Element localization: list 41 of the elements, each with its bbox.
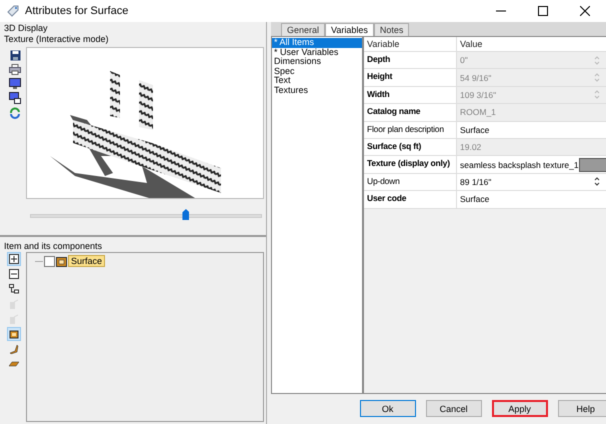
mode-label: Texture (Interactive mode) bbox=[4, 34, 110, 45]
dialog-button[interactable]: Ok bbox=[360, 400, 416, 417]
window-title: Attributes for Surface bbox=[25, 5, 128, 17]
slider-thumb[interactable] bbox=[182, 209, 190, 220]
chair-icon[interactable] bbox=[8, 343, 20, 355]
category-item[interactable]: * User Variables bbox=[272, 48, 362, 57]
tree-node[interactable]: Surface bbox=[68, 255, 106, 267]
printer-icon[interactable] bbox=[9, 64, 21, 75]
dialog-button[interactable]: Cancel bbox=[426, 400, 482, 417]
value-field[interactable]: seamless backsplash texture_1 bbox=[457, 156, 606, 173]
category-item[interactable]: Text bbox=[272, 76, 362, 86]
box-icon bbox=[56, 256, 67, 266]
preview-viewport[interactable] bbox=[26, 47, 264, 199]
category-item[interactable]: Dimensions bbox=[272, 57, 362, 66]
tab[interactable]: Notes bbox=[374, 23, 410, 36]
monitor-icon[interactable] bbox=[9, 78, 21, 89]
column-header: Value bbox=[459, 38, 484, 51]
category-item[interactable]: * All Items bbox=[272, 38, 362, 48]
column-header: Variable bbox=[364, 37, 457, 51]
node-checkbox[interactable] bbox=[44, 256, 55, 266]
box-icon[interactable] bbox=[8, 328, 20, 340]
expand-icon[interactable] bbox=[8, 253, 20, 265]
monitors-icon[interactable] bbox=[9, 92, 21, 104]
collapse-icon[interactable] bbox=[8, 268, 20, 280]
category-item[interactable]: Textures bbox=[272, 86, 362, 95]
group-title: Item and its components bbox=[4, 241, 104, 252]
refresh-icon[interactable] bbox=[9, 107, 21, 119]
tree-icon[interactable] bbox=[8, 283, 20, 295]
texture-swatch[interactable] bbox=[578, 158, 606, 172]
dialog-button[interactable]: Apply bbox=[492, 400, 548, 417]
tag-icon bbox=[6, 4, 20, 18]
close-icon[interactable] bbox=[580, 6, 590, 16]
tab[interactable]: General bbox=[281, 23, 326, 36]
dialog-button[interactable]: Help bbox=[558, 400, 606, 417]
save-icon[interactable] bbox=[10, 50, 20, 61]
category-item[interactable]: Spec bbox=[272, 66, 362, 76]
value-field[interactable]: 54 9/16" bbox=[457, 69, 606, 86]
tab[interactable]: Variables bbox=[325, 23, 374, 36]
view-slider[interactable] bbox=[30, 209, 262, 221]
group-title: 3D Display bbox=[4, 23, 49, 34]
maximize-icon[interactable] bbox=[538, 6, 548, 16]
